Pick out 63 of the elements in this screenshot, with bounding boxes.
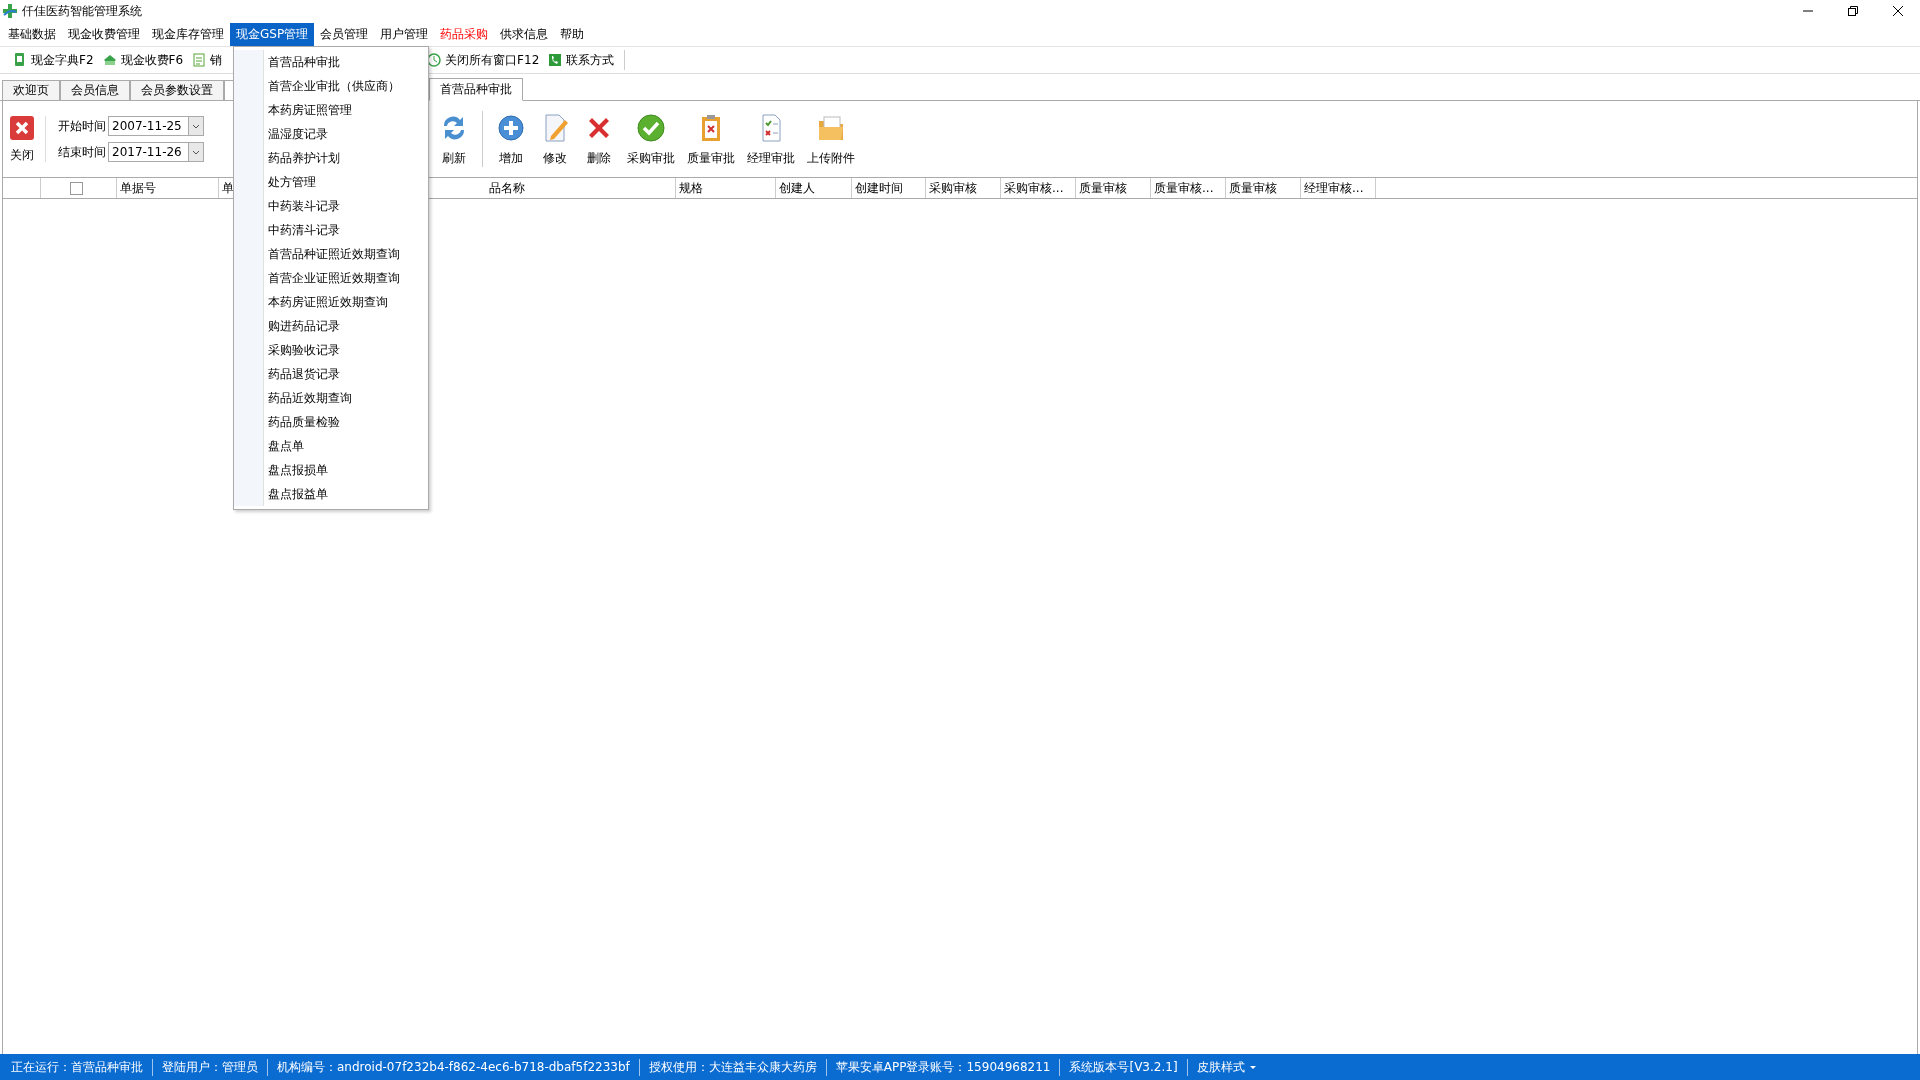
status-item: 正在运行：首营品种审批: [2, 1058, 153, 1076]
column-header: 质量审核: [1079, 179, 1127, 197]
close-panel-button[interactable]: 关闭: [3, 107, 41, 171]
toolbar-button[interactable]: 采购审批: [621, 107, 681, 171]
caret-icon: [192, 149, 200, 155]
menu-item[interactable]: 药品采购: [434, 22, 495, 46]
date-field[interactable]: 2017-11-26: [108, 142, 188, 162]
toolbar-button[interactable]: 修改: [533, 107, 577, 171]
menu-item[interactable]: 现金GSP管理: [230, 22, 315, 46]
toolbar-button[interactable]: 现金收费F6: [97, 49, 188, 71]
close-icon: [9, 114, 35, 141]
toolbar-button[interactable]: 上传附件: [801, 107, 861, 171]
toolbar-button[interactable]: 联系方式: [543, 49, 619, 71]
menu-item[interactable]: 帮助: [554, 22, 591, 46]
column-header: 创建人: [779, 179, 815, 197]
column-header: 采购审核...: [1004, 179, 1064, 197]
menu-item[interactable]: 现金库存管理: [146, 22, 230, 46]
column-header: 质量审核: [1229, 179, 1277, 197]
toolbar-button[interactable]: 删除: [577, 107, 621, 171]
status-item: 系统版本号[V3.2.1]: [1060, 1058, 1188, 1076]
toolbar-button[interactable]: 质量审批: [681, 107, 741, 171]
window-title: 仟佳医药智能管理系统: [22, 2, 142, 20]
clipboard-icon: [191, 52, 208, 68]
status-item: 授权使用：大连益丰众康大药房: [639, 1058, 827, 1076]
menu-item[interactable]: 现金收费管理: [62, 22, 146, 46]
menu-item[interactable]: 供求信息: [494, 22, 555, 46]
toolbar-button[interactable]: 增加: [489, 107, 533, 171]
menu-item[interactable]: 会员管理: [314, 22, 375, 46]
menu-item[interactable]: 基础数据: [2, 22, 62, 46]
column-header: 质量审核...: [1154, 179, 1214, 197]
toolbar-button[interactable]: 销: [187, 49, 227, 71]
select-all-checkbox[interactable]: [70, 181, 83, 195]
tab[interactable]: 欢迎页: [2, 80, 60, 100]
restore-icon: [1847, 6, 1858, 16]
app-logo-icon: [2, 3, 18, 19]
tab[interactable]: 首营品种审批: [429, 78, 523, 101]
skin-dropdown[interactable]: 皮肤样式: [1187, 1058, 1266, 1076]
column-header: 单: [222, 179, 234, 197]
caret-icon: [192, 123, 200, 129]
column-header: 规格: [679, 179, 703, 197]
column-header: 创建时间: [855, 179, 903, 197]
toolbar-button[interactable]: 经理审批: [741, 107, 801, 171]
status-item: 登陆用户：管理员: [153, 1058, 268, 1076]
caret-icon: [1248, 1064, 1257, 1070]
dropdown-button[interactable]: [188, 116, 204, 136]
tab[interactable]: 会员信息: [60, 80, 130, 100]
dropdown-button[interactable]: [188, 142, 204, 162]
date-label: 结束时间: [58, 143, 106, 161]
tab[interactable]: 会员参数设置: [130, 80, 224, 100]
toolbar-button[interactable]: 现金字典F2: [8, 49, 98, 71]
column-header: 品名称: [489, 179, 525, 197]
close-icon: [1892, 6, 1903, 16]
date-field[interactable]: 2007-11-25: [108, 116, 188, 136]
status-item: 苹果安卓APP登录账号：15904968211: [826, 1058, 1061, 1076]
date-label: 开始时间: [58, 117, 106, 135]
column-header: 采购审核: [929, 179, 977, 197]
column-header: 单据号: [120, 179, 156, 197]
check-icon: [635, 111, 667, 144]
column-header: 经理审核...: [1304, 179, 1364, 197]
status-item: 机构编号：android-07f232b4-f862-4ec6-b718-dbaf5f2233bf: [268, 1058, 640, 1076]
toolbar-button[interactable]: 刷新: [432, 107, 476, 171]
menu-item[interactable]: 用户管理: [374, 22, 435, 46]
phone-icon: [547, 52, 564, 68]
